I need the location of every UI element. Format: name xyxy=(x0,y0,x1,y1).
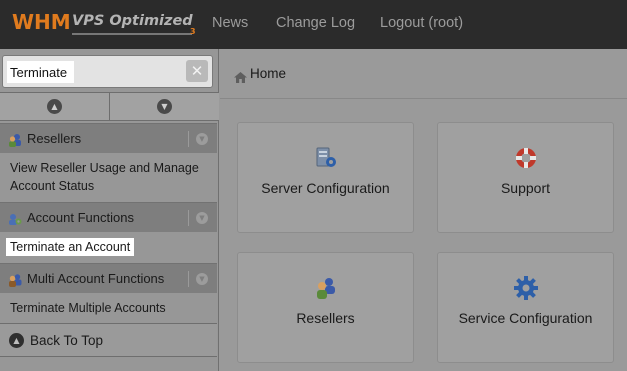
chevron-down-icon[interactable]: ▼ xyxy=(196,273,208,285)
card-server-configuration[interactable]: Server Configuration xyxy=(237,122,414,233)
sidebar-link-terminate-multiple-accounts[interactable]: Terminate Multiple Accounts xyxy=(10,299,166,317)
sidebar-scroll-controls: ▲ ▼ xyxy=(0,92,219,121)
logo-whm-text: WHM xyxy=(12,10,71,34)
resellers-icon xyxy=(313,275,339,301)
card-label: Resellers xyxy=(296,310,355,326)
section-divider xyxy=(188,210,189,226)
nav-logout-link[interactable]: Logout (root) xyxy=(380,15,463,31)
section-header-account-functions[interactable]: Account Functions ▼ xyxy=(0,202,217,232)
card-support[interactable]: Support xyxy=(437,122,614,233)
breadcrumb: Home xyxy=(220,49,627,99)
section-divider xyxy=(188,131,189,147)
main-content: Home Server Configuration Support Resell… xyxy=(220,49,627,371)
arrow-up-icon: ▲ xyxy=(9,332,24,348)
sidebar-link-view-reseller-usage[interactable]: View Reseller Usage and Manage xyxy=(10,159,199,177)
card-service-configuration[interactable]: Service Configuration xyxy=(437,252,614,363)
card-label: Support xyxy=(500,180,551,196)
arrow-up-icon: ▲ xyxy=(47,99,62,114)
server-configuration-icon xyxy=(313,145,339,171)
chevron-down-icon[interactable]: ▼ xyxy=(196,212,208,224)
card-resellers[interactable]: Resellers xyxy=(237,252,414,363)
section-header-resellers[interactable]: Resellers ▼ xyxy=(0,123,217,153)
chevron-down-icon[interactable]: ▼ xyxy=(196,133,208,145)
home-icon xyxy=(234,68,247,83)
section-label-resellers: Resellers xyxy=(27,131,82,146)
close-icon[interactable]: ✕ xyxy=(186,60,208,82)
account-functions-icon xyxy=(8,211,22,225)
life-ring-icon xyxy=(513,145,539,171)
scroll-down-button[interactable]: ▼ xyxy=(110,93,219,120)
search-box: ✕ xyxy=(2,55,213,88)
logo-mark: 3 xyxy=(190,27,196,36)
resellers-icon xyxy=(8,132,22,147)
back-to-top-label: Back To Top xyxy=(30,332,104,348)
section-divider xyxy=(188,271,189,287)
nav-change-log-link[interactable]: Change Log xyxy=(276,15,355,31)
sidebar-link-view-reseller-usage-cont[interactable]: Account Status xyxy=(10,177,94,195)
gear-icon xyxy=(513,275,539,301)
sidebar-link-terminate-account[interactable]: Terminate an Account xyxy=(6,238,135,256)
top-navigation-bar: WHM VPS Optimized 3 News Change Log Logo… xyxy=(0,0,627,49)
sidebar: ✕ ▲ ▼ Resellers ▼ View Reseller Usage an… xyxy=(0,49,219,371)
section-header-multi-account-functions[interactable]: Multi Account Functions ▼ xyxy=(0,263,217,293)
breadcrumb-home-link[interactable]: Home xyxy=(250,66,286,81)
search-input[interactable] xyxy=(7,61,74,83)
section-label-multi-account-functions: Multi Account Functions xyxy=(27,271,165,286)
logo-vps-text: VPS Optimized xyxy=(72,13,193,29)
scroll-up-button[interactable]: ▲ xyxy=(0,93,110,120)
multi-account-functions-icon xyxy=(8,272,22,287)
section-label-account-functions: Account Functions xyxy=(27,210,134,225)
logo-underline xyxy=(72,33,192,35)
card-label: Service Configuration xyxy=(458,310,593,326)
back-to-top-button[interactable]: ▲ Back To Top xyxy=(0,323,217,357)
nav-news-link[interactable]: News xyxy=(212,15,248,31)
card-label: Server Configuration xyxy=(261,180,390,196)
arrow-down-icon: ▼ xyxy=(157,99,172,114)
